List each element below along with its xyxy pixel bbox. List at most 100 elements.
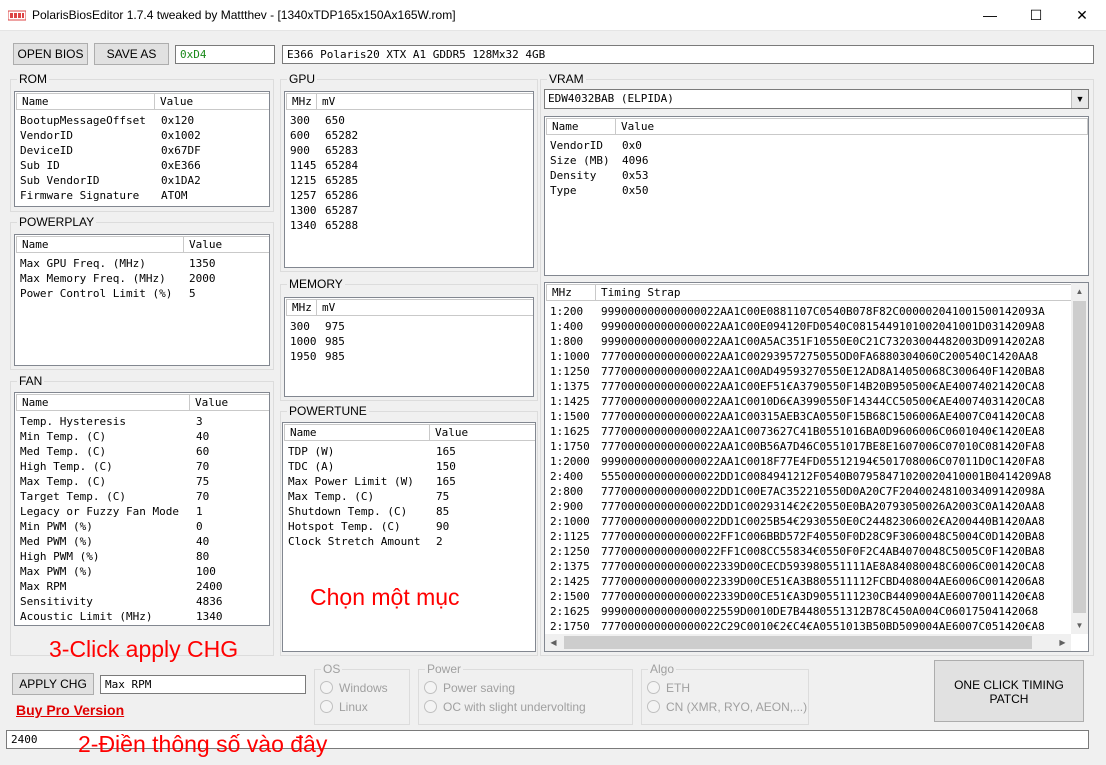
powerplay-col-value[interactable]: Value (184, 236, 269, 253)
table-row[interactable]: TDP (W) 165 (288, 444, 535, 459)
timing-col-mhz[interactable]: MHz (546, 284, 596, 301)
table-row[interactable]: 1:400 999000000000000022AA1C00E094120FD05… (550, 319, 1070, 334)
maximize-icon[interactable]: ☐ (1013, 0, 1059, 31)
table-row[interactable]: 2:400 555000000000000022DD1C0084941212F05… (550, 469, 1070, 484)
table-row[interactable]: 2:900 777000000000000022DD1C0029314€2€205… (550, 499, 1070, 514)
apply-chg-button[interactable]: APPLY CHG (12, 673, 94, 695)
rom-col-value[interactable]: Value (155, 93, 269, 110)
table-row[interactable]: Legacy or Fuzzy Fan Mode 1 (20, 504, 269, 519)
table-row[interactable]: Acoustic Limit (MHz) 1340 (20, 609, 269, 624)
table-row[interactable]: Sensitivity 4836 (20, 594, 269, 609)
table-row[interactable]: Size (MB) 4096 (550, 153, 1088, 168)
radio-cn[interactable]: CN (XMR, RYO, AEON,...) (647, 700, 807, 714)
table-row[interactable]: Max Power Limit (W) 165 (288, 474, 535, 489)
gpu-col-mhz[interactable]: MHz (286, 93, 317, 110)
memory-list[interactable]: MHz mV 300 975 1000 985 1950 985 (284, 297, 534, 397)
table-row[interactable]: Med Temp. (C) 60 (20, 444, 269, 459)
table-row[interactable]: VendorID 0x1002 (20, 128, 269, 143)
table-row[interactable]: 1215 65285 (290, 173, 533, 188)
vram-col-name[interactable]: Name (546, 118, 616, 135)
powertune-col-value[interactable]: Value (430, 424, 535, 441)
rom-list[interactable]: Name Value BootupMessageOffset 0x120 Vend… (14, 91, 270, 207)
powerplay-list[interactable]: Name Value Max GPU Freq. (MHz) 1350 Max M… (14, 234, 270, 366)
table-row[interactable]: 1:1375 777000000000000022AA1C00EF51€A3790… (550, 379, 1070, 394)
radio-oc-undervolting[interactable]: OC with slight undervolting (424, 700, 586, 714)
radio-power-saving[interactable]: Power saving (424, 681, 515, 695)
close-icon[interactable]: ✕ (1059, 0, 1105, 31)
vram-list[interactable]: Name Value VendorID 0x0 Size (MB) 4096 Den… (544, 116, 1089, 276)
vram-col-value[interactable]: Value (616, 118, 1088, 135)
open-bios-button[interactable]: OPEN BIOS (13, 43, 88, 65)
timing-horizontal-scrollbar[interactable]: ◀ ▶ (545, 634, 1071, 651)
radio-windows[interactable]: Windows (320, 681, 388, 695)
table-row[interactable]: Sub ID 0xE366 (20, 158, 269, 173)
table-row[interactable]: Max PWM (%) 100 (20, 564, 269, 579)
table-row[interactable]: Max RPM 2400 (20, 579, 269, 594)
table-row[interactable]: 2:1125 777000000000000022FF1C006BBD572F40… (550, 529, 1070, 544)
table-row[interactable]: 1950 985 (290, 349, 533, 364)
table-row[interactable]: Firmware Signature ATOM (20, 188, 269, 203)
scroll-left-icon[interactable]: ◀ (545, 634, 562, 651)
checksum-field[interactable]: 0xD4 (175, 45, 275, 64)
powertune-list[interactable]: Name Value TDP (W) 165 TDC (A) 150 Max Pow… (282, 422, 536, 652)
table-row[interactable]: 2:1425 777000000000000022339D00CE51€A3B80… (550, 574, 1070, 589)
fan-col-value[interactable]: Value (190, 394, 269, 411)
table-row[interactable]: 1:200 999000000000000022AA1C00E0881107C05… (550, 304, 1070, 319)
minimize-icon[interactable]: — (967, 0, 1013, 31)
save-as-button[interactable]: SAVE AS (94, 43, 169, 65)
table-row[interactable]: 2:1375 777000000000000022339D00CECD593980… (550, 559, 1070, 574)
memory-col-mv[interactable]: mV (317, 299, 533, 316)
selected-field-name[interactable]: Max RPM (100, 675, 306, 694)
table-row[interactable]: Min Temp. (C) 40 (20, 429, 269, 444)
table-row[interactable]: 2:1750 777000000000000022C29C0010€2€C4€A0… (550, 619, 1070, 634)
bios-name-field[interactable]: E366 Polaris20 XTX A1 GDDR5 128Mx32 4GB (282, 45, 1094, 64)
table-row[interactable]: Clock Stretch Amount 2 (288, 534, 535, 549)
scroll-right-icon[interactable]: ▶ (1054, 634, 1071, 651)
radio-linux[interactable]: Linux (320, 700, 368, 714)
timing-vertical-scrollbar[interactable]: ▲ ▼ (1071, 283, 1088, 634)
scroll-thumb[interactable] (1073, 301, 1086, 613)
scroll-down-icon[interactable]: ▼ (1071, 617, 1088, 634)
table-row[interactable]: Max GPU Freq. (MHz) 1350 (20, 256, 269, 271)
table-row[interactable]: Power Control Limit (%) 5 (20, 286, 269, 301)
vram-select[interactable]: EDW4032BAB (ELPIDA) ▼ (544, 89, 1089, 109)
rom-col-name[interactable]: Name (16, 93, 155, 110)
table-row[interactable]: 1:1750 777000000000000022AA1C00B56A7D46C0… (550, 439, 1070, 454)
buy-pro-link[interactable]: Buy Pro Version (16, 702, 124, 718)
table-row[interactable]: Hotspot Temp. (C) 90 (288, 519, 535, 534)
table-row[interactable]: Max Memory Freq. (MHz) 2000 (20, 271, 269, 286)
chevron-down-icon[interactable]: ▼ (1071, 90, 1088, 108)
table-row[interactable]: 1:2000 999000000000000022AA1C0018F77E4FD0… (550, 454, 1070, 469)
gpu-col-mv[interactable]: mV (317, 93, 533, 110)
table-row[interactable]: 1:1425 777000000000000022AA1C0010D6€A3990… (550, 394, 1070, 409)
table-row[interactable]: Max Temp. (C) 75 (20, 474, 269, 489)
table-row[interactable]: 1340 65288 (290, 218, 533, 233)
table-row[interactable]: 2:1500 777000000000000022339D00CE51€A3D90… (550, 589, 1070, 604)
table-row[interactable]: 1300 65287 (290, 203, 533, 218)
table-row[interactable]: 1257 65286 (290, 188, 533, 203)
fan-list[interactable]: Name Value Temp. Hysteresis 3 Min Temp. (… (14, 392, 270, 626)
table-row[interactable]: 2:1000 777000000000000022DD1C0025B54€2930… (550, 514, 1070, 529)
table-row[interactable]: High PWM (%) 80 (20, 549, 269, 564)
table-row[interactable]: Med PWM (%) 40 (20, 534, 269, 549)
table-row[interactable]: 1000 985 (290, 334, 533, 349)
table-row[interactable]: 2:800 777000000000000022DD1C00E7AC3522105… (550, 484, 1070, 499)
table-row[interactable]: Shutdown Temp. (C) 85 (288, 504, 535, 519)
table-row[interactable]: VendorID 0x0 (550, 138, 1088, 153)
table-row[interactable]: Type 0x50 (550, 183, 1088, 198)
scroll-up-icon[interactable]: ▲ (1071, 283, 1088, 300)
table-row[interactable]: 1:800 999000000000000022AA1C00A5AC351F105… (550, 334, 1070, 349)
fan-col-name[interactable]: Name (16, 394, 190, 411)
table-row[interactable]: 900 65283 (290, 143, 533, 158)
table-row[interactable]: 300 650 (290, 113, 533, 128)
table-row[interactable]: Min PWM (%) 0 (20, 519, 269, 534)
gpu-list[interactable]: MHz mV 300 650 600 65282 900 65283 1145 6528… (284, 91, 534, 268)
table-row[interactable]: DeviceID 0x67DF (20, 143, 269, 158)
table-row[interactable]: TDC (A) 150 (288, 459, 535, 474)
powertune-col-name[interactable]: Name (284, 424, 430, 441)
table-row[interactable]: High Temp. (C) 70 (20, 459, 269, 474)
table-row[interactable]: Density 0x53 (550, 168, 1088, 183)
scroll-thumb[interactable] (564, 636, 1032, 649)
table-row[interactable]: 2:1625 999000000000000022559D0010DE7B4480… (550, 604, 1070, 619)
timing-strap-list[interactable]: MHz Timing Strap 1:200 999000000000000022… (544, 282, 1089, 652)
